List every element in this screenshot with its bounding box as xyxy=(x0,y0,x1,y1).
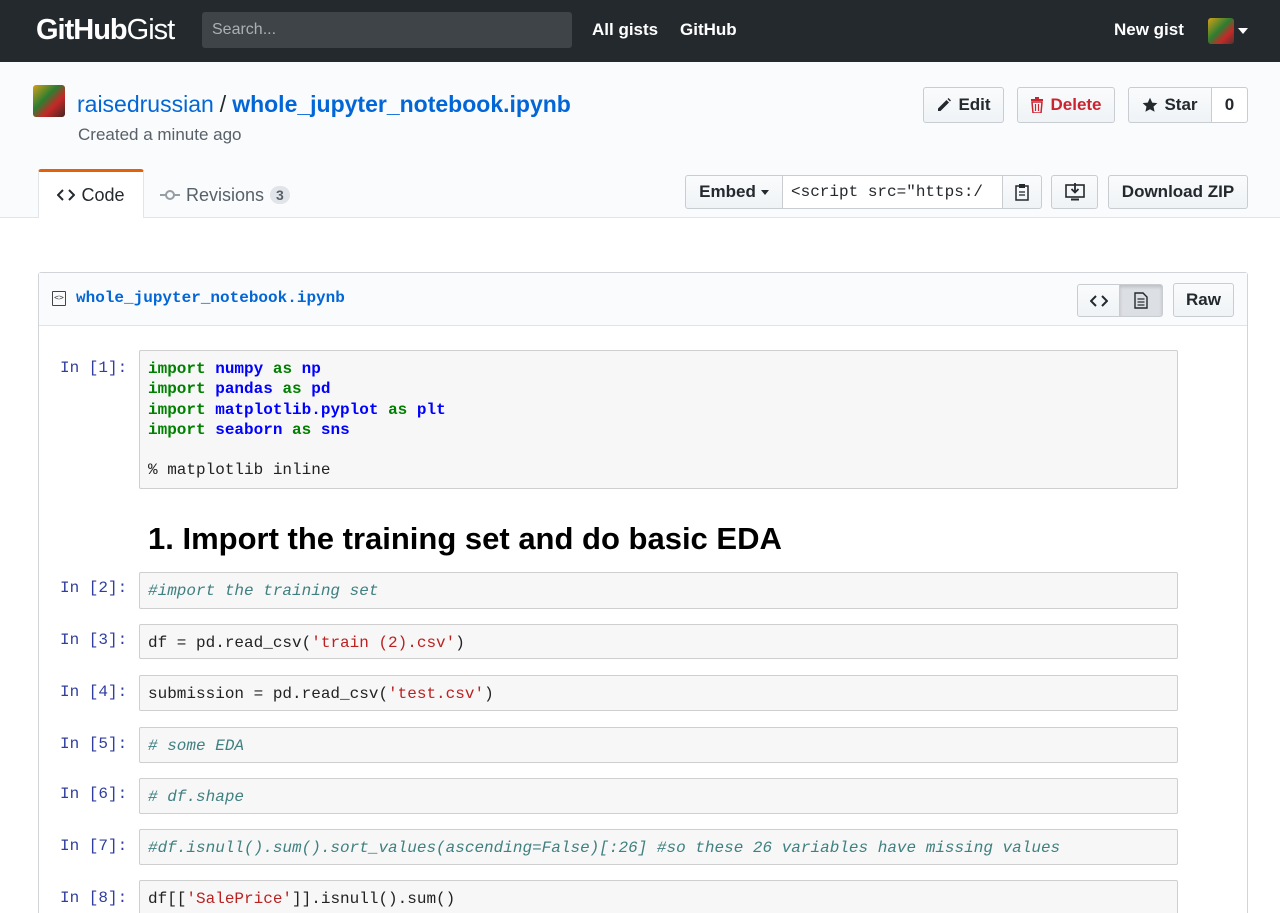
top-navbar: GitHubGist All gists GitHub New gist xyxy=(0,0,1280,62)
code-comment: # some EDA xyxy=(148,737,245,755)
edit-label: Edit xyxy=(958,95,991,114)
download-zip-label: Download ZIP xyxy=(1121,182,1235,201)
nav-all-gists[interactable]: All gists xyxy=(592,20,658,40)
desktop-download-icon xyxy=(1064,183,1085,201)
file-code-icon: <> xyxy=(52,291,66,306)
edit-button[interactable]: Edit xyxy=(923,87,1004,123)
code-cell-6[interactable]: # df.shape xyxy=(139,778,1178,814)
star-button[interactable]: Star xyxy=(1128,87,1212,123)
code-line: import pandas as pd xyxy=(148,380,331,399)
cell-prompt-7: In [7]: xyxy=(60,837,128,855)
code-icon xyxy=(57,189,76,201)
cell-prompt-3: In [3]: xyxy=(60,631,128,649)
embed-label: Embed xyxy=(699,182,756,201)
title-separator: / xyxy=(219,91,227,117)
chevron-down-icon[interactable] xyxy=(1238,28,1248,34)
nav-github[interactable]: GitHub xyxy=(680,20,737,40)
code-cell-7[interactable]: #df.isnull().sum().sort_values(ascending… xyxy=(139,829,1178,865)
code-cell-1[interactable]: import numpy as np import pandas as pd i… xyxy=(139,350,1178,489)
file-name-link[interactable]: whole_jupyter_notebook.ipynb xyxy=(76,289,345,307)
raw-button[interactable]: Raw xyxy=(1173,283,1234,317)
code-line: import matplotlib.pyplot as plt xyxy=(148,400,446,419)
copy-to-clipboard-button[interactable] xyxy=(1003,175,1042,209)
download-zip-button[interactable]: Download ZIP xyxy=(1108,175,1248,209)
embed-url-input[interactable] xyxy=(783,175,1003,209)
cell-prompt-1: In [1]: xyxy=(60,359,128,377)
tab-code-label: Code xyxy=(81,184,125,205)
code-cell-2[interactable]: #import the training set xyxy=(139,572,1178,609)
owner-link[interactable]: raisedrussian xyxy=(77,91,214,117)
file-header: <> whole_jupyter_notebook.ipynb Raw xyxy=(39,273,1247,326)
star-label: Star xyxy=(1164,95,1198,114)
open-desktop-button[interactable] xyxy=(1051,175,1098,209)
embed-dropdown[interactable]: Embed xyxy=(685,175,783,209)
chevron-down-icon xyxy=(760,189,769,195)
delete-label: Delete xyxy=(1050,95,1102,114)
star-count[interactable]: 0 xyxy=(1211,87,1248,123)
owner-avatar[interactable] xyxy=(33,85,65,117)
markdown-heading: 1. Import the training set and do basic … xyxy=(148,521,782,556)
cell-prompt-5: In [5]: xyxy=(60,735,128,753)
gist-pagehead: raisedrussian / whole_jupyter_notebook.ipy… xyxy=(0,62,1280,218)
code-cell-5[interactable]: # some EDA xyxy=(139,727,1178,763)
code-comment: # df.shape xyxy=(148,788,245,806)
code-cell-3[interactable]: df = pd.read_csv('train (2).csv') xyxy=(139,624,1178,659)
tab-code[interactable]: Code xyxy=(38,169,144,218)
tab-revisions[interactable]: Revisions 3 xyxy=(160,180,290,210)
user-avatar[interactable] xyxy=(1208,18,1234,44)
code-cell-4[interactable]: submission = pd.read_csv('test.csv') xyxy=(139,675,1178,711)
gist-filename-link[interactable]: whole_jupyter_notebook.ipynb xyxy=(232,91,571,117)
code-icon xyxy=(1089,294,1108,307)
delete-button[interactable]: Delete xyxy=(1017,87,1115,123)
embed-group: Embed xyxy=(685,175,1042,209)
star-icon xyxy=(1143,97,1158,112)
github-gist-logo[interactable]: GitHubGist xyxy=(36,12,175,48)
clipboard-icon xyxy=(1015,184,1029,201)
file-text-icon xyxy=(1134,292,1148,309)
view-toggle xyxy=(1077,284,1163,317)
raw-label: Raw xyxy=(1186,290,1221,309)
new-gist-link[interactable]: New gist xyxy=(1114,20,1184,40)
cell-prompt-4: In [4]: xyxy=(60,683,128,701)
git-commit-icon xyxy=(160,190,180,200)
trash-icon xyxy=(1031,97,1044,113)
revisions-counter: 3 xyxy=(270,186,290,204)
view-source-button[interactable] xyxy=(1077,284,1120,317)
code-comment: #df.isnull().sum().sort_values(ascending… xyxy=(148,839,1061,857)
cell-prompt-8: In [8]: xyxy=(60,889,128,907)
created-meta: Created a minute ago xyxy=(78,125,242,144)
code-line: import seaborn as sns xyxy=(148,420,350,439)
code-comment: #import the training set xyxy=(148,582,379,600)
code-line: import numpy as np xyxy=(148,360,321,378)
cell-prompt-6: In [6]: xyxy=(60,785,128,803)
search-input[interactable] xyxy=(202,12,572,48)
code-line: % matplotlib inline xyxy=(148,461,331,480)
gist-title: raisedrussian / whole_jupyter_notebook.ipy… xyxy=(77,90,571,118)
cell-prompt-2: In [2]: xyxy=(60,579,128,597)
view-rendered-button[interactable] xyxy=(1120,284,1163,317)
tab-revisions-label: Revisions xyxy=(186,184,265,205)
pencil-icon xyxy=(938,98,952,111)
code-cell-8[interactable]: df[['SalePrice']].isnull().sum() xyxy=(139,880,1178,913)
